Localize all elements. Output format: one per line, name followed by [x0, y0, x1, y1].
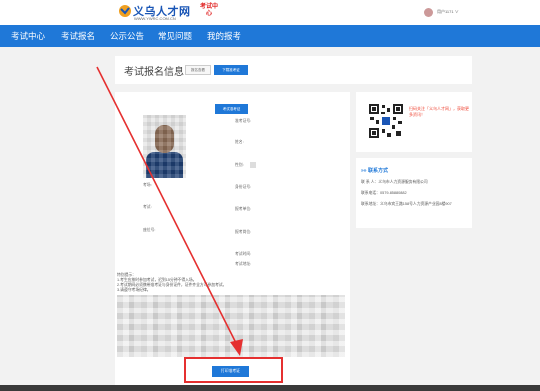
main-nav: 考试中心 考试报名 公示公告 常见问题 我的报考 — [0, 25, 540, 47]
field-gender: 性别: — [235, 163, 244, 167]
site-logo[interactable]: 义乌人才网 WWW.YWRC.COM.CN 考试中心 — [118, 3, 233, 23]
field-unit: 报考单位: — [235, 207, 252, 211]
title-card: 考试报名信息 — [115, 56, 472, 84]
candidate-photo — [143, 115, 186, 178]
field-room: 考场: — [143, 183, 152, 187]
field-exam-time: 考试时间: — [235, 252, 252, 256]
notes-block: 特别提示： 1.考生应按时参加考试，迟到15分钟不得入场。 2.考试期间必须携带… — [117, 273, 307, 293]
user-name: 用户1171 ∨ — [437, 9, 459, 14]
nav-item-exam-signup[interactable]: 考试报名 — [61, 29, 95, 43]
download-admission-tab[interactable]: 下载准考证 — [214, 65, 248, 75]
field-position: 报考岗位: — [235, 230, 252, 234]
redacted-content-overlay — [117, 295, 345, 357]
top-bar: 义乌人才网 WWW.YWRC.COM.CN 考试中心 用户1171 ∨ — [0, 0, 540, 25]
field-seat: 座位号: — [143, 228, 156, 232]
nav-item-faq[interactable]: 常见问题 — [158, 29, 192, 43]
logo-url: WWW.YWRC.COM.CN — [134, 16, 176, 21]
field-exam: 考试: — [143, 205, 152, 209]
note-line: 3.请遵守考场纪律。 — [117, 288, 151, 292]
admission-ticket-button[interactable]: 考试准考证 — [215, 104, 248, 114]
follow-text: 扫码关注「义乌人才网」，获取更多资讯！ — [409, 106, 469, 117]
qr-code-icon — [368, 103, 404, 139]
avatar — [424, 7, 433, 17]
nav-item-my-exams[interactable]: 我的报考 — [207, 29, 241, 43]
field-admission-number: 准考证号: — [235, 119, 252, 123]
page-title: 考试报名信息 — [124, 67, 184, 78]
contact-address: 联系地址：义乌市宾王路158号人力资源产业园8楼907 — [361, 202, 452, 206]
logo-badge: 考试中心 — [200, 4, 219, 17]
field-id-number: 身份证号: — [235, 185, 252, 189]
field-exam-address: 考试地址: — [235, 262, 252, 266]
nav-item-announcements[interactable]: 公示公告 — [110, 29, 144, 43]
logo-mark-icon — [119, 5, 131, 17]
user-menu[interactable]: 用户1171 ∨ — [424, 5, 459, 19]
contact-phone: 联系电话：0579-85880882 — [361, 191, 407, 195]
photo-mosaic — [143, 115, 186, 178]
contact-title: »» 联系方式 — [361, 168, 388, 174]
contact-person: 联 系 人：义乌市人力资源服务有限公司 — [361, 180, 428, 184]
contact-title-text: 联系方式 — [367, 168, 388, 174]
nav-item-exam-center[interactable]: 考试中心 — [11, 29, 45, 43]
view-signup-tab[interactable]: 报名查看 — [185, 65, 211, 75]
gender-value — [250, 162, 256, 168]
highlight-box — [184, 357, 283, 383]
field-name: 姓名: — [235, 140, 244, 144]
bottom-bar — [0, 385, 540, 391]
